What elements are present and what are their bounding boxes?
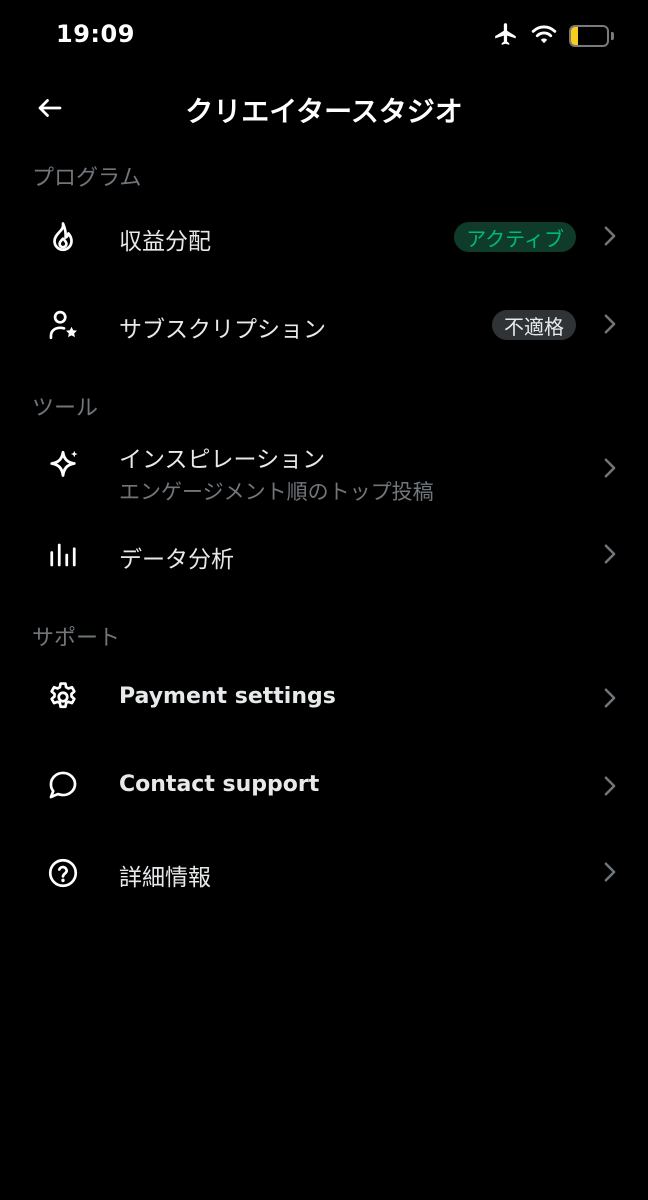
bar-chart-icon xyxy=(44,536,82,574)
row-text: データ分析 xyxy=(119,540,234,574)
chevron-right-icon xyxy=(602,860,618,884)
battery-fill xyxy=(571,27,579,45)
row-contact-support[interactable]: Contact support xyxy=(0,740,648,828)
row-analytics[interactable]: データ分析 xyxy=(0,510,648,598)
row-text: 収益分配 xyxy=(119,222,211,256)
battery-nub xyxy=(611,32,614,40)
section-header-program: プログラム xyxy=(32,166,142,191)
battery-level: 20 xyxy=(578,27,600,45)
row-payment-settings[interactable]: Payment settings xyxy=(0,654,648,740)
status-bar: 19:09 20 xyxy=(0,0,648,72)
creator-studio-screen: 19:09 20 クリエイタースタジオ プログラム 収益分配 アクティブ サブス… xyxy=(0,0,648,1200)
row-label: 収益分配 xyxy=(119,229,211,255)
status-icons: 20 xyxy=(493,22,614,50)
wifi-icon xyxy=(531,23,557,49)
chevron-right-icon xyxy=(602,542,618,566)
sparkle-icon xyxy=(44,446,82,484)
row-subtitle: エンゲージメント順のトップ投稿 xyxy=(119,480,434,504)
airplane-icon xyxy=(493,21,519,51)
row-more-info[interactable]: 詳細情報 xyxy=(0,828,648,916)
section-header-support: サポート xyxy=(32,626,121,651)
gear-icon xyxy=(44,678,82,716)
chevron-right-icon xyxy=(602,456,618,480)
chevron-right-icon xyxy=(602,312,618,336)
row-label: サブスクリプション xyxy=(119,317,326,343)
help-circle-icon xyxy=(44,854,82,892)
status-badge-ineligible: 不適格 xyxy=(492,310,576,340)
row-label: インスピレーション xyxy=(119,447,326,473)
row-text: サブスクリプション xyxy=(119,310,326,344)
status-badge-active: アクティブ xyxy=(454,222,576,252)
row-label: Contact support xyxy=(119,772,320,797)
chat-bubble-icon xyxy=(44,766,82,804)
page-title: クリエイタースタジオ xyxy=(185,95,463,128)
row-text: 詳細情報 xyxy=(119,858,211,892)
chevron-right-icon xyxy=(602,774,618,798)
chevron-right-icon xyxy=(602,686,618,710)
row-label: 詳細情報 xyxy=(119,865,211,891)
status-time: 19:09 xyxy=(56,20,135,48)
row-inspiration[interactable]: インスピレーション エンゲージメント順のトップ投稿 xyxy=(0,424,648,510)
section-header-tools: ツール xyxy=(32,396,99,421)
row-label: Payment settings xyxy=(119,684,336,709)
battery-icon: 20 xyxy=(569,25,609,47)
chevron-right-icon xyxy=(602,224,618,248)
row-text: Contact support xyxy=(119,772,319,797)
row-revenue-sharing[interactable]: 収益分配 アクティブ xyxy=(0,194,648,280)
row-subscriptions[interactable]: サブスクリプション 不適格 xyxy=(0,280,648,368)
row-label: データ分析 xyxy=(119,547,234,573)
row-text: インスピレーション エンゲージメント順のトップ投稿 xyxy=(119,440,434,506)
flame-icon xyxy=(44,218,82,256)
person-star-icon xyxy=(44,306,82,344)
row-text: Payment settings xyxy=(119,684,336,709)
header: クリエイタースタジオ xyxy=(0,72,648,144)
